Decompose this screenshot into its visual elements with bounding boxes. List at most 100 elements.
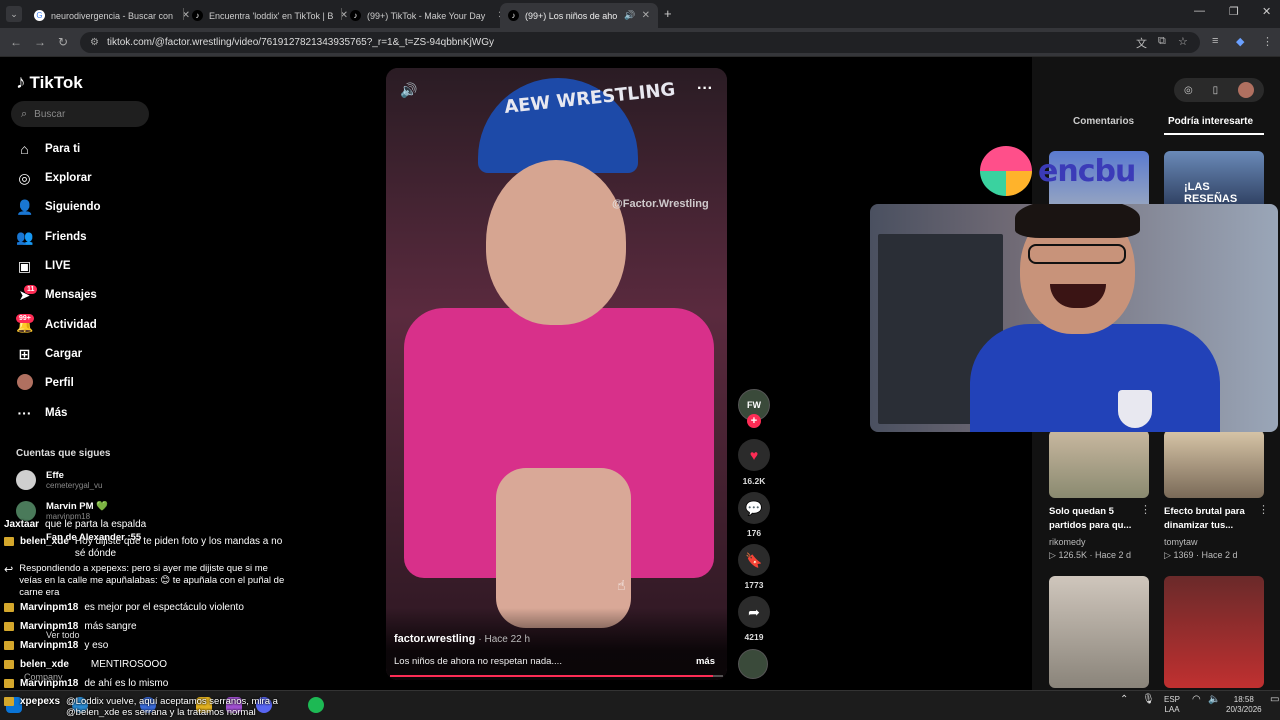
avatar[interactable] bbox=[1238, 82, 1255, 98]
crest-icon bbox=[1118, 390, 1152, 428]
screen: ⌄ G neurodivergencia - Buscar con ✕ ♪ En… bbox=[0, 0, 1280, 720]
share-button[interactable]: ➦ bbox=[738, 596, 770, 628]
follow-plus-button[interactable]: + bbox=[747, 414, 761, 428]
crown-icon bbox=[4, 622, 14, 631]
card-more-icon[interactable]: ⋮ bbox=[1258, 503, 1269, 516]
live-icon: ▣ bbox=[17, 257, 32, 274]
crown-icon bbox=[4, 603, 14, 612]
like-button[interactable]: ♥ bbox=[738, 439, 770, 471]
browser-menu-icon[interactable]: ⋮ bbox=[1262, 35, 1273, 48]
tiktok-icon: ♪ bbox=[508, 10, 519, 21]
reply-icon: ↩ bbox=[4, 564, 14, 576]
tab-podria-interesarte[interactable]: Podría interesarte bbox=[1168, 116, 1253, 127]
video-progress-bar[interactable] bbox=[390, 675, 723, 677]
site-info-icon[interactable]: ⚙ bbox=[90, 37, 99, 48]
views-icon: ▷ bbox=[1164, 550, 1171, 560]
minimize-button[interactable]: — bbox=[1194, 5, 1205, 17]
save-button[interactable]: 🔖 bbox=[738, 544, 770, 576]
browser-tab[interactable]: G neurodivergencia - Buscar con ✕ bbox=[26, 3, 198, 28]
search-input[interactable] bbox=[34, 108, 135, 120]
card-title[interactable]: Efecto brutal para dinamizar tus... bbox=[1164, 505, 1264, 533]
compass-icon[interactable]: ◎ bbox=[1184, 85, 1193, 96]
card-user[interactable]: rikomedy bbox=[1049, 537, 1086, 547]
tiktok-icon: ♪ bbox=[16, 72, 26, 93]
upload-icon: ⊞ bbox=[18, 345, 31, 362]
tab-comentarios[interactable]: Comentarios bbox=[1073, 116, 1134, 127]
comment-icon: 💬 bbox=[745, 499, 763, 516]
nav-live[interactable]: ▣ LIVE bbox=[16, 255, 71, 277]
card-title[interactable]: Solo quedan 5 partidos para qu... bbox=[1049, 505, 1149, 533]
nav-friends[interactable]: 👥 Friends bbox=[16, 226, 87, 248]
webcam-overlay bbox=[870, 204, 1278, 432]
tiktok-logo[interactable]: ♪ TikTok bbox=[16, 72, 83, 94]
language-indicator[interactable]: ESP LAA bbox=[1164, 695, 1180, 715]
notification-icon[interactable]: ▭ bbox=[1270, 695, 1279, 705]
back-icon[interactable]: ← bbox=[10, 35, 22, 49]
maximize-button[interactable]: ❐ bbox=[1229, 5, 1239, 18]
wifi-icon[interactable]: ◠ bbox=[1192, 695, 1201, 705]
messages-badge: 11 bbox=[24, 285, 38, 294]
video-author[interactable]: factor.wrestling · Hace 22 h bbox=[394, 633, 530, 645]
following-icon: 👤 bbox=[16, 198, 34, 215]
bookmark-star-icon[interactable]: ☆ bbox=[1178, 35, 1188, 48]
sound-disc-icon[interactable] bbox=[738, 649, 768, 679]
tiktok-icon: ♪ bbox=[350, 10, 361, 21]
nav-explorar[interactable]: ◎ Explorar bbox=[16, 167, 91, 189]
tray-chevron-icon[interactable]: ⌃ bbox=[1120, 695, 1128, 705]
brand-mark-icon bbox=[980, 146, 1032, 196]
translate-icon[interactable]: 文 bbox=[1136, 35, 1147, 51]
close-window-button[interactable]: ✕ bbox=[1262, 5, 1271, 18]
recommended-thumbnail[interactable] bbox=[1049, 430, 1149, 498]
activity-badge: 99+ bbox=[16, 314, 34, 323]
recommended-thumbnail[interactable] bbox=[1164, 430, 1264, 498]
address-bar[interactable]: ⚙ tiktok.com/@factor.wrestling/video/761… bbox=[80, 32, 1200, 53]
install-app-icon[interactable]: ⧉ bbox=[1158, 35, 1166, 48]
reading-list-icon[interactable]: ≡ bbox=[1212, 35, 1218, 47]
more-options-icon[interactable]: ··· bbox=[697, 80, 713, 98]
browser-toolbar: ← → ↻ ⚙ tiktok.com/@factor.wrestling/vid… bbox=[0, 28, 1280, 57]
thumbnail-text: ¡LAS RESEÑAS bbox=[1184, 181, 1238, 205]
nav-cargar[interactable]: ⊞ Cargar bbox=[16, 343, 82, 365]
volume-tray-icon[interactable]: 🔈 bbox=[1208, 695, 1220, 705]
device-icon[interactable]: ▯ bbox=[1213, 85, 1219, 96]
chat-message: xpepexs @Loddix vuelve, aquí aceptamos s… bbox=[4, 696, 306, 718]
close-tab-icon[interactable]: ✕ bbox=[642, 10, 650, 21]
like-count: 16.2K bbox=[742, 476, 766, 486]
nav-para-ti[interactable]: ⌂ Para ti bbox=[16, 138, 80, 160]
clock[interactable]: 18:58 20/3/2026 bbox=[1226, 695, 1262, 715]
browser-tab[interactable]: ♪ (99+) TikTok - Make Your Day ✕ bbox=[342, 3, 514, 28]
video-progress-fill bbox=[390, 675, 713, 677]
browser-tab-active[interactable]: ♪ (99+) Los niños de ahora no 🔊 ✕ bbox=[500, 3, 658, 28]
nav-mas[interactable]: ··· Más bbox=[16, 402, 68, 424]
search-box[interactable]: ⌕ bbox=[11, 101, 149, 127]
recommended-thumbnail[interactable]: ¡LAS RESEÑAS bbox=[1164, 151, 1264, 211]
speaker-icon[interactable]: 🔊 bbox=[624, 10, 635, 21]
tab-search-icon[interactable]: ⌄ bbox=[6, 6, 22, 22]
nav-siguiendo[interactable]: 👤 Siguiendo bbox=[16, 196, 101, 218]
forward-icon[interactable]: → bbox=[34, 35, 46, 49]
avatar bbox=[16, 470, 36, 490]
recommended-thumbnail[interactable] bbox=[1049, 576, 1149, 688]
spotify-icon[interactable] bbox=[308, 697, 324, 713]
heart-icon: ♥ bbox=[749, 447, 759, 463]
card-more-icon[interactable]: ⋮ bbox=[1140, 503, 1151, 516]
caption-more-link[interactable]: más bbox=[696, 656, 715, 667]
crown-icon bbox=[4, 679, 14, 688]
video-caption: Los niños de ahora no respetan nada.... bbox=[394, 656, 562, 667]
browser-tab[interactable]: ♪ Encuentra 'loddix' en TikTok | B ✕ bbox=[184, 3, 356, 28]
see-all-link[interactable]: Ver todo bbox=[46, 630, 80, 640]
nav-perfil[interactable]: Perfil bbox=[16, 372, 74, 394]
crown-icon bbox=[4, 641, 14, 650]
video-player[interactable]: AEW WRESTLING @Factor.Wrestling 🔊 ··· fa… bbox=[386, 68, 727, 680]
card-user[interactable]: tomytaw bbox=[1164, 537, 1198, 547]
following-account[interactable]: Effe cemeterygal_vu bbox=[16, 470, 102, 490]
following-account[interactable]: Marvin PM 💚 marvinpm18 bbox=[16, 501, 108, 521]
new-tab-button[interactable]: + bbox=[664, 6, 672, 21]
recommended-thumbnail[interactable] bbox=[1164, 576, 1264, 688]
microphone-icon[interactable]: 🎙 bbox=[1142, 695, 1155, 705]
extension-icon[interactable]: ◆ bbox=[1236, 35, 1244, 48]
reload-icon[interactable]: ↻ bbox=[58, 35, 68, 49]
profile-avatar bbox=[16, 373, 33, 393]
comment-button[interactable]: 💬 bbox=[738, 492, 770, 524]
volume-icon[interactable]: 🔊 bbox=[400, 82, 417, 99]
